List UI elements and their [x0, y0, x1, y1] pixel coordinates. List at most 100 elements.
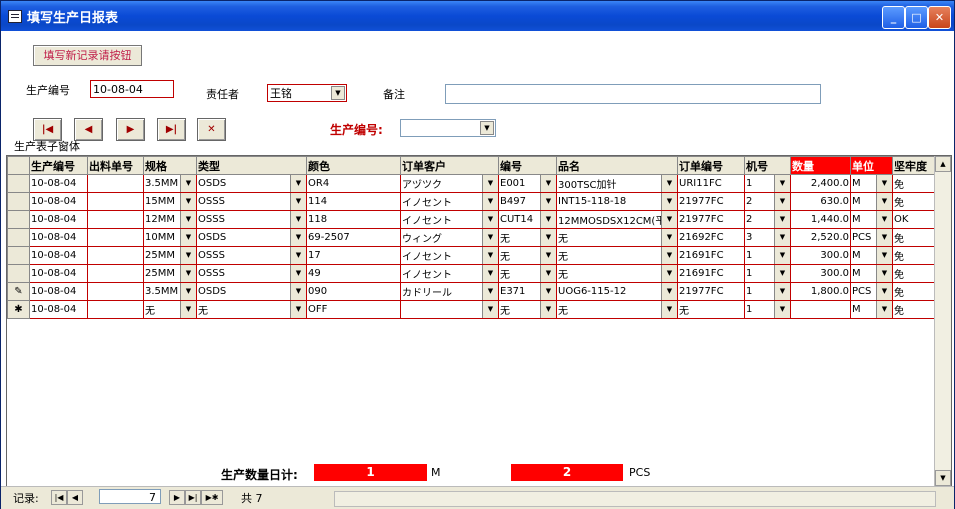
next-record-button[interactable]: ▶: [116, 118, 145, 141]
table-cell[interactable]: [87, 246, 144, 265]
table-cell[interactable]: 10-08-04: [29, 174, 88, 193]
row-selector[interactable]: [7, 246, 30, 265]
table-cell[interactable]: [790, 300, 851, 319]
chevron-down-icon[interactable]: ▼: [540, 193, 556, 210]
table-cell[interactable]: 300.0: [790, 264, 851, 283]
chevron-down-icon[interactable]: ▼: [290, 283, 306, 300]
chevron-down-icon[interactable]: ▼: [876, 193, 892, 210]
table-cell[interactable]: 25MM ▼: [143, 246, 197, 265]
table-cell[interactable]: 10-08-04: [29, 300, 88, 319]
table-cell[interactable]: 1,800.0: [790, 282, 851, 301]
table-cell[interactable]: 免: [892, 192, 936, 211]
chevron-down-icon[interactable]: ▼: [482, 265, 498, 282]
table-cell[interactable]: OFF: [306, 300, 401, 319]
table-cell[interactable]: 10-08-04: [29, 246, 88, 265]
table-cell[interactable]: 免: [892, 228, 936, 247]
table-cell[interactable]: 免: [892, 246, 936, 265]
table-cell[interactable]: 21691FC: [677, 264, 745, 283]
table-cell[interactable]: 12MMOSDSX12CM(平) ▼: [556, 210, 678, 229]
nav-last-icon[interactable]: ▶|: [185, 490, 201, 505]
row-selector[interactable]: [7, 264, 30, 283]
chevron-down-icon[interactable]: ▼: [876, 301, 892, 318]
table-cell[interactable]: 无 ▼: [556, 264, 678, 283]
table-cell[interactable]: 1 ▼: [744, 246, 791, 265]
nav-prev-icon[interactable]: ◀: [67, 490, 83, 505]
column-header[interactable]: 规格: [143, 156, 197, 175]
table-cell[interactable]: [87, 264, 144, 283]
horizontal-scrollbar[interactable]: [334, 491, 936, 507]
table-cell[interactable]: 2,520.0: [790, 228, 851, 247]
table-cell[interactable]: 17: [306, 246, 401, 265]
table-cell[interactable]: 免: [892, 282, 936, 301]
table-cell[interactable]: 无 ▼: [498, 246, 557, 265]
table-cell[interactable]: [87, 174, 144, 193]
table-cell[interactable]: [87, 300, 144, 319]
table-cell[interactable]: 49: [306, 264, 401, 283]
row-selector[interactable]: [7, 210, 30, 229]
chevron-down-icon[interactable]: ▼: [482, 247, 498, 264]
table-cell[interactable]: 无 ▼: [143, 300, 197, 319]
table-cell[interactable]: OSSS ▼: [196, 192, 307, 211]
column-header[interactable]: 编号: [498, 156, 557, 175]
table-cell[interactable]: OK: [892, 210, 936, 229]
chevron-down-icon[interactable]: ▼: [774, 283, 790, 300]
chevron-down-icon[interactable]: ▼: [180, 193, 196, 210]
column-header[interactable]: 出料单号: [87, 156, 144, 175]
table-cell[interactable]: PCS ▼: [850, 282, 893, 301]
table-cell[interactable]: 无: [677, 300, 745, 319]
table-cell[interactable]: [87, 192, 144, 211]
chevron-down-icon[interactable]: ▼: [661, 283, 677, 300]
table-cell[interactable]: 3 ▼: [744, 228, 791, 247]
table-cell[interactable]: 免: [892, 174, 936, 193]
chevron-down-icon[interactable]: ▼: [180, 229, 196, 246]
title-bar[interactable]: 填写生产日报表 _ □ ✕: [1, 1, 954, 31]
scroll-down-icon[interactable]: ▼: [935, 470, 951, 486]
chevron-down-icon[interactable]: ▼: [540, 229, 556, 246]
table-cell[interactable]: OR4: [306, 174, 401, 193]
row-selector-header[interactable]: [7, 156, 30, 175]
table-cell[interactable]: ウィング ▼: [400, 228, 499, 247]
table-cell[interactable]: OSDS ▼: [196, 282, 307, 301]
table-cell[interactable]: M ▼: [850, 300, 893, 319]
new-record-button[interactable]: 填写新记录请按钮: [33, 45, 142, 66]
chevron-down-icon[interactable]: ▼: [774, 211, 790, 228]
table-cell[interactable]: 无 ▼: [556, 228, 678, 247]
chevron-down-icon[interactable]: ▼: [540, 247, 556, 264]
table-cell[interactable]: 2 ▼: [744, 192, 791, 211]
chevron-down-icon[interactable]: ▼: [290, 247, 306, 264]
table-cell[interactable]: 1,440.0: [790, 210, 851, 229]
column-header[interactable]: 数量: [790, 156, 851, 175]
table-cell[interactable]: イノセント ▼: [400, 210, 499, 229]
table-cell[interactable]: M ▼: [850, 264, 893, 283]
table-cell[interactable]: 114: [306, 192, 401, 211]
table-cell[interactable]: 10-08-04: [29, 282, 88, 301]
column-header[interactable]: 订单编号: [677, 156, 745, 175]
table-cell[interactable]: 无 ▼: [196, 300, 307, 319]
table-cell[interactable]: M ▼: [850, 192, 893, 211]
table-cell[interactable]: 10-08-04: [29, 210, 88, 229]
chevron-down-icon[interactable]: ▼: [482, 211, 498, 228]
table-cell[interactable]: M ▼: [850, 246, 893, 265]
table-cell[interactable]: 10-08-04: [29, 192, 88, 211]
table-cell[interactable]: 10-08-04: [29, 264, 88, 283]
lookup-combo[interactable]: ▼: [400, 119, 496, 137]
table-cell[interactable]: URI11FC: [677, 174, 745, 193]
table-cell[interactable]: 无 ▼: [498, 300, 557, 319]
table-cell[interactable]: 无 ▼: [556, 246, 678, 265]
chevron-down-icon[interactable]: ▼: [180, 301, 196, 318]
table-cell[interactable]: [87, 210, 144, 229]
chevron-down-icon[interactable]: ▼: [774, 247, 790, 264]
nav-new-icon[interactable]: ▶✱: [201, 490, 223, 505]
production-no-field[interactable]: 10-08-04: [90, 80, 174, 98]
chevron-down-icon[interactable]: ▼: [540, 283, 556, 300]
table-cell[interactable]: 300.0: [790, 246, 851, 265]
table-cell[interactable]: OSDS ▼: [196, 228, 307, 247]
chevron-down-icon[interactable]: ▼: [482, 175, 498, 192]
table-cell[interactable]: CUT14 ▼: [498, 210, 557, 229]
form-icon[interactable]: [8, 10, 22, 23]
chevron-down-icon[interactable]: ▼: [482, 229, 498, 246]
table-cell[interactable]: 2 ▼: [744, 210, 791, 229]
chevron-down-icon[interactable]: ▼: [480, 121, 494, 135]
table-cell[interactable]: 21691FC: [677, 246, 745, 265]
table-cell[interactable]: 无 ▼: [498, 264, 557, 283]
